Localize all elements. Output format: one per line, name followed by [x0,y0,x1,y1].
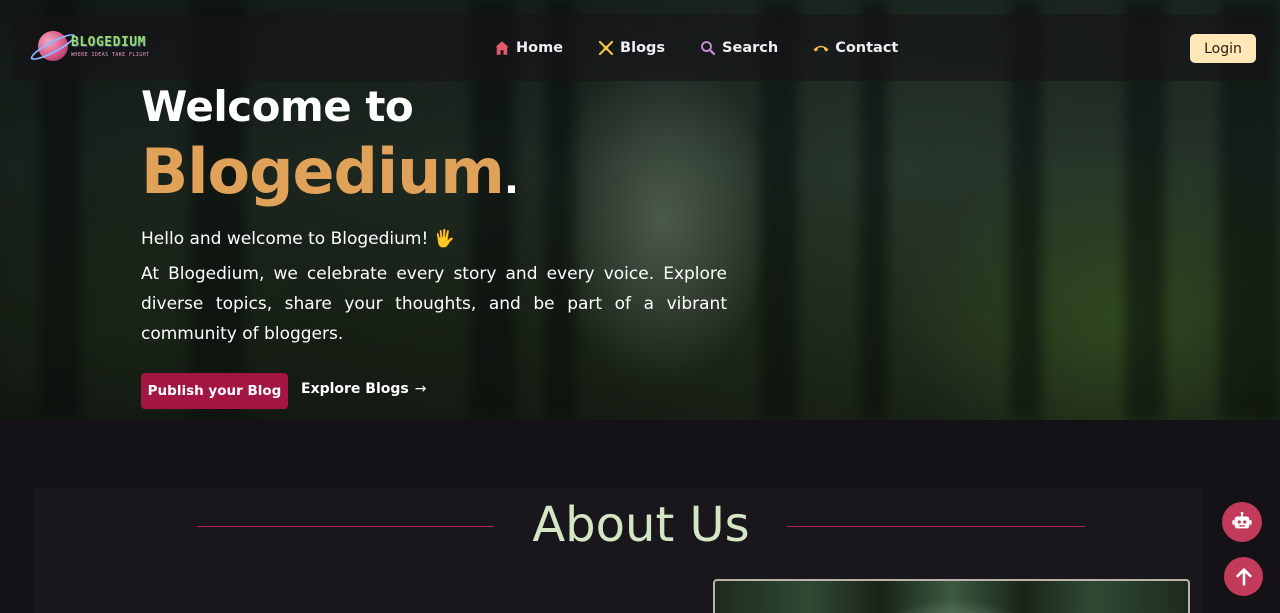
scroll-top-button[interactable] [1224,557,1263,596]
arrow-up-icon [1235,567,1252,586]
contact-icon [813,45,829,52]
login-button[interactable]: Login [1190,34,1256,63]
chatbot-button[interactable] [1222,502,1262,542]
robot-icon [1232,511,1252,529]
nav-label-contact: Contact [835,39,899,56]
search-icon [701,40,716,55]
nav-item-home[interactable]: Home [493,39,563,57]
hero-greeting: Hello and welcome to Blogedium! 🖐 [141,229,455,249]
publish-blog-button[interactable]: Publish your Blog [141,373,288,409]
logo-tagline: WHERE IDEAS TAKE FLIGHT [71,52,150,58]
explore-blogs-label: Explore Blogs [301,381,409,397]
home-icon [495,40,509,55]
nav-label-blogs: Blogs [620,39,666,56]
navbar: BLOGEDIUM WHERE IDEAS TAKE FLIGHT Home B… [13,14,1269,81]
nav-item-blogs[interactable]: Blogs [597,39,665,57]
explore-blogs-link[interactable]: Explore Blogs → [301,381,426,397]
hero-brand-name: Blogedium [141,135,505,208]
nav-item-search[interactable]: Search [699,39,778,57]
site-logo[interactable]: BLOGEDIUM WHERE IDEAS TAKE FLIGHT [28,27,178,69]
nav-item-contact[interactable]: Contact [812,39,898,57]
logo-name: BLOGEDIUM [71,35,146,50]
hero-description: At Blogedium, we celebrate every story a… [141,264,727,344]
hero-brand-dot: . [503,157,519,203]
nav-links: Home Blogs Search Contact [493,14,932,81]
nav-label-search: Search [722,39,779,56]
arrow-right-icon: → [414,381,427,397]
about-image [713,579,1190,613]
about-title: About Us [532,497,750,553]
about-divider-left [197,526,494,527]
about-divider-right [787,526,1085,527]
hero-title: Welcome to [141,82,414,131]
nav-label-home: Home [516,39,564,56]
blogs-icon [598,40,614,55]
hero-brand-title: Blogedium. [141,135,519,208]
